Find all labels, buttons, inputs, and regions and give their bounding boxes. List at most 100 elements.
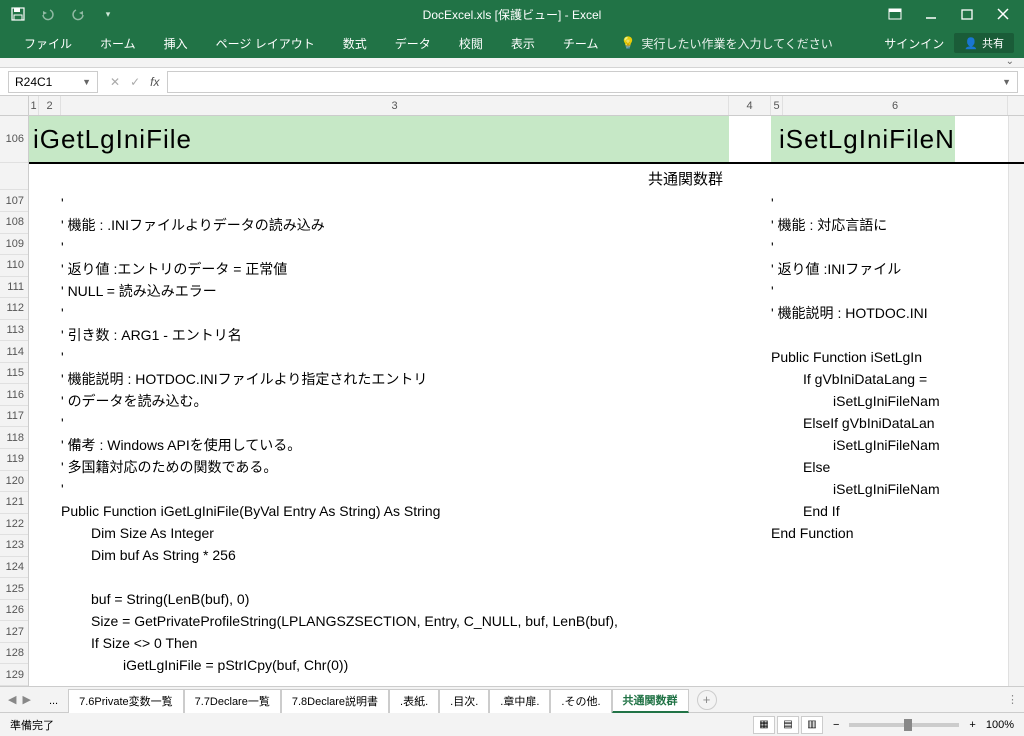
tab-home[interactable]: ホーム — [86, 28, 150, 58]
zoom-slider[interactable] — [849, 723, 959, 727]
window-title: DocExcel.xls [保護ビュー] - Excel — [423, 6, 602, 23]
tab-file[interactable]: ファイル — [10, 28, 86, 58]
tell-me-search[interactable]: 💡 実行したい作業を入力してください — [620, 35, 832, 52]
col-5[interactable]: 5 — [771, 96, 783, 115]
sheet-last-icon[interactable]: ▶ — [22, 693, 30, 706]
row-header[interactable]: 128 — [0, 643, 28, 665]
fx-icon[interactable]: fx — [150, 75, 159, 89]
add-sheet-button[interactable]: + — [697, 690, 717, 710]
row-header[interactable]: 110 — [0, 255, 28, 277]
tab-formulas[interactable]: 数式 — [329, 28, 381, 58]
name-box[interactable]: R24C1 ▼ — [8, 71, 98, 93]
cells-area[interactable]: iGetLgIniFile 共通関数群 ' ' 機能 : .INIファイルよりデ… — [29, 116, 1008, 686]
zoom-in-button[interactable]: + — [969, 719, 975, 731]
code-line: ' — [771, 236, 1024, 258]
redo-icon[interactable] — [70, 6, 86, 22]
code-line: ' — [771, 280, 1024, 302]
sheet-tab[interactable]: .章中扉. — [489, 689, 550, 713]
formula-input[interactable]: ▼ — [167, 71, 1018, 93]
row-header[interactable]: 129 — [0, 664, 28, 686]
sheet-tab-active[interactable]: 共通関数群 — [612, 689, 689, 713]
row-header[interactable]: 108 — [0, 212, 28, 234]
formula-expand-icon[interactable]: ▼ — [1002, 77, 1011, 87]
code-line: If gVbIniDataLang = — [771, 368, 1024, 390]
horizontal-scrollbar[interactable]: ⋮ — [737, 693, 1024, 706]
row-header[interactable]: 125 — [0, 578, 28, 600]
code-line: Size = GetPrivateProfileString(LPLANGSZS… — [29, 610, 1008, 632]
close-icon[interactable] — [996, 7, 1010, 21]
row-header[interactable]: 106 — [0, 116, 28, 163]
sheet-tab[interactable]: .表紙. — [389, 689, 439, 713]
select-all-cell[interactable] — [0, 96, 29, 115]
row-header[interactable]: 120 — [0, 471, 28, 493]
row-header[interactable]: 126 — [0, 600, 28, 622]
worksheet-grid[interactable]: 106 107 108 109 110 111 112 113 114 115 … — [0, 116, 1024, 686]
row-header[interactable]: 116 — [0, 384, 28, 406]
page-break-view-icon[interactable]: ▥ — [801, 716, 823, 734]
qat-dropdown-icon[interactable]: ▾ — [100, 6, 116, 22]
row-header[interactable]: 114 — [0, 341, 28, 363]
sheet-first-icon[interactable]: ◀ — [8, 693, 16, 706]
code-line: ' — [771, 192, 1024, 214]
col-3[interactable]: 3 — [61, 96, 729, 115]
chevron-down-icon[interactable]: ⌄ — [1006, 56, 1014, 67]
row-header[interactable]: 111 — [0, 277, 28, 299]
tab-pagelayout[interactable]: ページ レイアウト — [202, 28, 329, 58]
code-line: End If — [771, 500, 1024, 522]
row-header[interactable]: 117 — [0, 406, 28, 428]
status-bar: 準備完了 ▦ ▤ ▥ − + 100% — [0, 712, 1024, 736]
col-1[interactable]: 1 — [29, 96, 39, 115]
save-icon[interactable] — [10, 6, 26, 22]
sheet-menu-icon[interactable]: ⋮ — [1007, 693, 1018, 706]
code-line — [29, 566, 1008, 588]
sheet-tab[interactable]: .その他. — [550, 689, 611, 713]
tab-team[interactable]: チーム — [549, 28, 613, 58]
code-line — [771, 324, 1024, 346]
normal-view-icon[interactable]: ▦ — [753, 716, 775, 734]
zoom-out-button[interactable]: − — [833, 719, 839, 731]
sheet-nav: ◀ ▶ — [0, 693, 39, 706]
undo-icon[interactable] — [40, 6, 56, 22]
row-header[interactable]: 107 — [0, 190, 28, 212]
row-header[interactable]: 124 — [0, 557, 28, 579]
row-header[interactable]: 122 — [0, 514, 28, 536]
signin-link[interactable]: サインイン — [884, 35, 944, 52]
cancel-icon[interactable]: ✕ — [110, 75, 120, 89]
tab-review[interactable]: 校閲 — [445, 28, 497, 58]
tab-data[interactable]: データ — [381, 28, 445, 58]
col-4[interactable]: 4 — [729, 96, 771, 115]
function-title-right: iSetLgIniFileN — [771, 116, 955, 162]
row-header[interactable]: 113 — [0, 320, 28, 342]
row-header[interactable]: 123 — [0, 535, 28, 557]
ribbon-options-icon[interactable] — [888, 7, 902, 21]
sheet-tab[interactable]: .目次. — [439, 689, 489, 713]
sheet-tab[interactable]: 7.6Private変数一覧 — [68, 689, 184, 713]
row-header[interactable]: 115 — [0, 363, 28, 385]
row-header[interactable]: 127 — [0, 621, 28, 643]
tab-view[interactable]: 表示 — [497, 28, 549, 58]
code-line: ' 機能説明 : HOTDOC.INI — [771, 302, 1024, 324]
minimize-icon[interactable] — [924, 7, 938, 21]
row-header[interactable]: 112 — [0, 298, 28, 320]
enter-icon[interactable]: ✓ — [130, 75, 140, 89]
code-line: Public Function iSetLgIn — [771, 346, 1024, 368]
tab-insert[interactable]: 挿入 — [150, 28, 202, 58]
share-button[interactable]: 👤 共有 — [954, 33, 1014, 53]
name-box-dropdown-icon[interactable]: ▼ — [82, 77, 91, 87]
col-2[interactable]: 2 — [39, 96, 61, 115]
row-header[interactable]: 118 — [0, 427, 28, 449]
row-header[interactable]: 109 — [0, 234, 28, 256]
row-header[interactable]: 121 — [0, 492, 28, 514]
share-label: 共有 — [982, 35, 1004, 51]
tell-me-placeholder: 実行したい作業を入力してください — [641, 35, 832, 52]
col-6[interactable]: 6 — [783, 96, 1008, 115]
maximize-icon[interactable] — [960, 7, 974, 21]
code-line: ElseIf gVbIniDataLan — [771, 412, 1024, 434]
sheet-tab-more[interactable]: ... — [39, 689, 68, 713]
page-layout-view-icon[interactable]: ▤ — [777, 716, 799, 734]
sheet-tab[interactable]: 7.7Declare一覧 — [184, 689, 281, 713]
row-header[interactable]: 119 — [0, 449, 28, 471]
zoom-level[interactable]: 100% — [986, 719, 1014, 731]
sheet-tab[interactable]: 7.8Declare説明書 — [281, 689, 389, 713]
code-line: buf = String(LenB(buf), 0) — [29, 588, 1008, 610]
